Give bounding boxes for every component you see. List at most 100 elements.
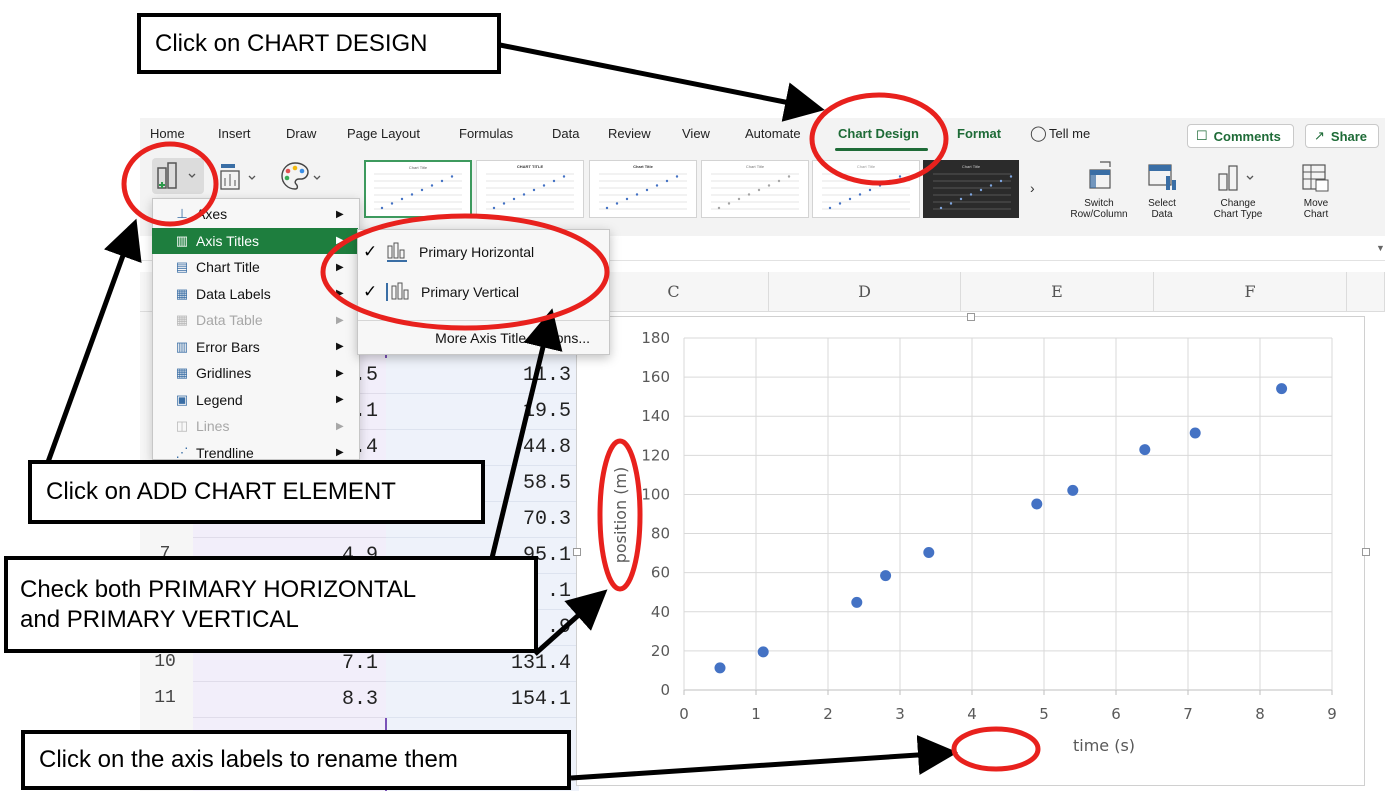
menu-item-label: Axis Titles: [196, 232, 260, 249]
switch-row-column-icon: [1089, 161, 1111, 189]
change-colors-button[interactable]: [277, 160, 325, 192]
tab-insert[interactable]: Insert: [218, 126, 251, 141]
y-axis-title: position (m): [611, 467, 630, 564]
menu-item-chart-title[interactable]: ▤ Chart Title ▶: [152, 254, 358, 280]
trendline-icon: ⋰: [175, 444, 189, 460]
thumbnail-point: [430, 184, 434, 187]
thumbnail-point: [410, 193, 414, 196]
primary-vertical-item[interactable]: ✓ Primary Vertical: [357, 276, 610, 308]
table-row[interactable]: 19.5: [386, 394, 579, 430]
data-point: [880, 570, 892, 582]
tell-me-search[interactable]: Tell me: [1049, 126, 1090, 141]
thumbnail-point: [868, 188, 872, 192]
quick-layout-button[interactable]: [215, 160, 263, 192]
thumbnail-point: [512, 197, 516, 201]
more-axis-title-options-item[interactable]: More Axis Title Options...: [357, 326, 610, 350]
thumbnail-point: [747, 193, 751, 196]
data-point: [1276, 383, 1288, 395]
share-button[interactable]: ↗ Share: [1305, 124, 1379, 148]
tab-data[interactable]: Data: [552, 126, 579, 141]
table-row[interactable]: 154.1: [386, 682, 579, 718]
column-header-f[interactable]: F: [1154, 272, 1347, 312]
menu-item-axis-titles[interactable]: ▥ Axis Titles ▶: [152, 227, 358, 254]
scatter-plot[interactable]: 0 20 40 60 80 100 120 140 160 180 0 1 2 3 4 5 6 7 8 9 time (…: [576, 316, 1365, 786]
menu-item-legend[interactable]: ▣ Legend ▶: [152, 387, 358, 413]
thumbnail-point: [777, 179, 781, 183]
y-tick-label: 20: [651, 642, 670, 660]
menu-item-error-bars[interactable]: ▥ Error Bars ▶: [152, 334, 358, 360]
y-tick-label: 120: [641, 446, 670, 464]
y-tick-label: 40: [651, 603, 670, 621]
tab-chart-design[interactable]: Chart Design: [838, 126, 919, 141]
submenu-divider: [358, 320, 609, 321]
thumbnail-point: [959, 197, 963, 201]
thumbnail-point: [939, 206, 943, 210]
thumbnail-point: [645, 188, 649, 192]
tab-formulas[interactable]: Formulas: [459, 126, 513, 141]
y-tick-label: 140: [641, 407, 670, 425]
change-chart-type-button[interactable]: Change Chart Type: [1203, 160, 1273, 230]
primary-horizontal-label: Primary Horizontal: [419, 244, 535, 260]
comments-button[interactable]: ☐ Comments: [1187, 124, 1294, 148]
change-label-line2: Chart Type: [1213, 209, 1263, 220]
move-chart-button[interactable]: Move Chart: [1292, 160, 1340, 230]
menu-item-axes[interactable]: ⊥ Axes ▶: [152, 201, 358, 227]
tab-draw[interactable]: Draw: [286, 126, 316, 141]
thumbnail-point: [999, 179, 1003, 183]
callout-check-both-line2: and PRIMARY VERTICAL: [20, 605, 299, 633]
add-chart-element-button[interactable]: [152, 158, 204, 194]
menu-item-label: Chart Title: [196, 259, 260, 275]
chevron-right-icon: ▶: [336, 314, 344, 326]
tab-review[interactable]: Review: [608, 126, 651, 141]
menu-item-label: Data Table: [196, 312, 263, 328]
chevron-right-icon: ▶: [336, 341, 344, 352]
switch-label-line2: Row/Column: [1070, 209, 1128, 220]
table-row[interactable]: 8.3: [193, 682, 386, 718]
thumbnail-point: [605, 206, 609, 210]
menu-item-label: Error Bars: [196, 338, 260, 355]
tab-automate[interactable]: Automate: [745, 126, 801, 141]
menu-item-gridlines[interactable]: ▦ Gridlines ▶: [152, 360, 358, 386]
column-header-e[interactable]: E: [961, 272, 1154, 312]
switch-row-column-button[interactable]: Switch Row/Column: [1066, 160, 1132, 230]
row-number[interactable]: 10: [140, 652, 190, 672]
formula-bar-expand-icon[interactable]: ▼: [1376, 243, 1385, 253]
switch-label-line1: Switch: [1084, 198, 1114, 209]
select-data-button[interactable]: Select Data: [1140, 160, 1184, 230]
menu-item-data-table[interactable]: ▦ Data Table ▶: [152, 307, 358, 333]
menu-item-label: Trendline: [196, 444, 254, 461]
thumbnail-point: [989, 184, 993, 187]
table-row[interactable]: 11.3: [386, 358, 579, 394]
axes-icon: ⊥: [176, 206, 188, 221]
thumbnail-point: [767, 184, 771, 187]
chevron-right-icon: ▶: [336, 235, 344, 246]
tab-home[interactable]: Home: [150, 126, 185, 141]
x-axis-title: time (s): [1073, 736, 1135, 755]
tab-format[interactable]: Format: [957, 126, 1001, 141]
primary-horizontal-icon: [387, 242, 407, 262]
chevron-right-icon: ▶: [336, 447, 344, 458]
y-tick-label: 100: [641, 485, 670, 503]
data-point: [1139, 444, 1151, 456]
menu-item-label: Axes: [196, 206, 228, 222]
thumbnail-point: [787, 175, 791, 178]
tab-view[interactable]: View: [682, 126, 710, 141]
column-header-g[interactable]: [1347, 272, 1385, 312]
thumbnail-point: [737, 197, 741, 201]
row-number[interactable]: 11: [140, 688, 190, 708]
thumbnail-point: [625, 197, 629, 201]
select-label-line1: Select: [1148, 198, 1176, 209]
arrow-to-chart-design: [499, 42, 825, 122]
chevron-right-icon: ▶: [336, 367, 344, 379]
thumbnail-point: [757, 188, 761, 192]
gallery-more-chevron-icon[interactable]: ›: [1030, 180, 1035, 196]
chevron-right-icon: ▶: [336, 394, 344, 405]
primary-horizontal-item[interactable]: ✓ Primary Horizontal: [357, 236, 610, 268]
column-header-d[interactable]: D: [769, 272, 961, 312]
menu-item-label: Legend: [196, 391, 243, 408]
lightbulb-icon: ◯: [1030, 125, 1047, 142]
menu-item-lines[interactable]: ◫ Lines ▶: [152, 413, 358, 439]
menu-item-data-labels[interactable]: ▦ Data Labels ▶: [152, 281, 358, 307]
tab-page-layout[interactable]: Page Layout: [347, 126, 420, 141]
menu-item-label: Lines: [196, 418, 230, 434]
